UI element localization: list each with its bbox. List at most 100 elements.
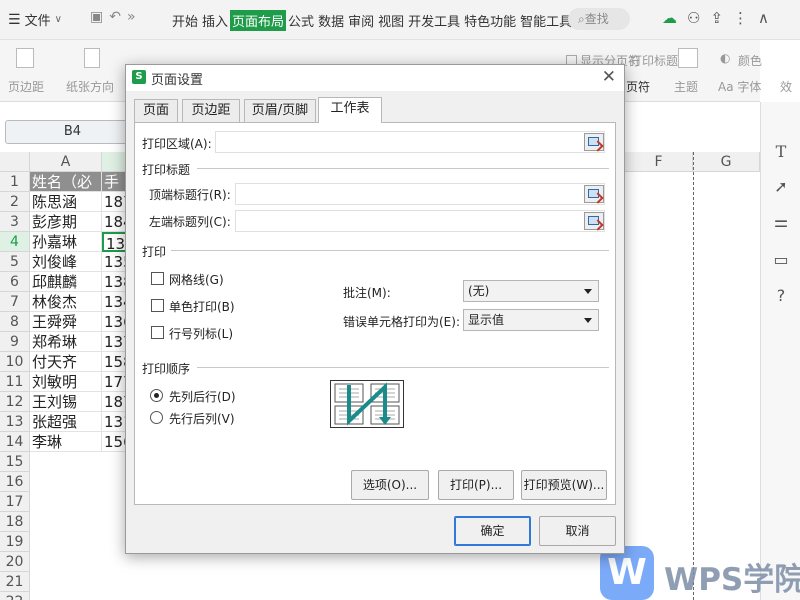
table-cell[interactable]: 林俊杰 [30, 292, 102, 312]
row-header[interactable]: 15 [0, 452, 30, 472]
tab-margins[interactable]: 页边距 [182, 99, 240, 122]
tab-page-layout[interactable]: 页面布局 [230, 10, 287, 31]
row-header[interactable]: 7 [0, 292, 30, 312]
name-box[interactable]: B4 [5, 120, 140, 144]
column-header-f[interactable]: F [625, 152, 693, 172]
tab-formulas[interactable]: 公式 [286, 10, 316, 31]
cloud-sync-icon[interactable]: ☁ [662, 9, 677, 27]
comments-label: 批注(M): [343, 286, 391, 300]
page-setup-dialog: S 页面设置 ✕ 页面 页边距 页眉/页脚 工作表 打印区域(A): 打印标题 … [125, 64, 625, 554]
print-button[interactable]: 打印(P)... [438, 470, 514, 500]
tile-icon[interactable]: ▭ [771, 250, 791, 269]
gridlines-checkbox[interactable] [151, 272, 164, 285]
table-cell[interactable]: 郑希琳 [30, 332, 102, 352]
row-header[interactable]: 2 [0, 192, 30, 212]
table-cell[interactable]: 王舜舜 [30, 312, 102, 332]
save-icon[interactable]: ▣ [90, 9, 103, 25]
more-options-icon[interactable]: ⋮ [733, 9, 748, 27]
theme-button[interactable]: 主题 [674, 78, 698, 95]
file-menu[interactable]: ☰ 文件 ∨ [8, 10, 62, 30]
cancel-button[interactable]: 取消 [539, 516, 616, 546]
cell-errors-select[interactable]: 显示值 [463, 309, 599, 331]
close-icon[interactable]: ✕ [602, 67, 616, 87]
text-icon[interactable]: T [771, 142, 791, 161]
tab-header-footer[interactable]: 页眉/页脚 [244, 99, 316, 122]
comments-select[interactable]: (无) [463, 280, 599, 302]
row-header[interactable]: 6 [0, 272, 30, 292]
row-header[interactable]: 1 [0, 172, 30, 192]
collapse-ribbon-icon[interactable]: ∧ [758, 9, 769, 27]
row-col-headings-checkbox[interactable] [151, 326, 164, 339]
comments-value: (无) [468, 284, 490, 298]
row-header[interactable]: 16 [0, 472, 30, 492]
down-then-over-radio[interactable] [150, 389, 163, 402]
page-breaks-button[interactable]: 页符 [626, 78, 650, 95]
search-input[interactable]: ⌕查找 [568, 8, 630, 30]
row-header[interactable]: 19 [0, 532, 30, 552]
tab-data[interactable]: 数据 [316, 10, 346, 31]
column-header-g[interactable]: G [693, 152, 760, 172]
effects-button[interactable]: 效 [780, 78, 792, 95]
table-cell[interactable]: 彭彦期 [30, 212, 102, 232]
top-rows-field[interactable] [235, 183, 605, 205]
row-header[interactable]: 3 [0, 212, 30, 232]
row-header[interactable]: 18 [0, 512, 30, 532]
table-cell[interactable]: 刘俊峰 [30, 252, 102, 272]
table-cell[interactable]: 王刘锡 [30, 392, 102, 412]
tab-insert[interactable]: 插入 [200, 10, 230, 31]
table-cell[interactable]: 邱麒麟 [30, 272, 102, 292]
row-header[interactable]: 20 [0, 552, 30, 572]
share-icon[interactable]: ⇪ [710, 9, 723, 27]
tab-page[interactable]: 页面 [134, 99, 178, 122]
row-header[interactable]: 22 [0, 592, 30, 600]
more-icon[interactable]: » [127, 9, 136, 25]
row-header[interactable]: 11 [0, 372, 30, 392]
row-header[interactable]: 21 [0, 572, 30, 592]
row-header[interactable]: 5 [0, 252, 30, 272]
print-area-field[interactable] [215, 131, 605, 153]
table-cell[interactable]: 刘敏明 [30, 372, 102, 392]
help-icon[interactable]: ? [771, 286, 791, 305]
fonts-button[interactable]: Aa 字体 [718, 78, 761, 95]
table-cell-header[interactable]: 姓名（必 [30, 172, 102, 192]
row-header-selected[interactable]: 4 [0, 232, 30, 252]
table-cell[interactable]: 孙嘉琳 [30, 232, 102, 252]
row-header[interactable]: 17 [0, 492, 30, 512]
sliders-icon[interactable]: ⚌ [771, 212, 791, 231]
tab-sheet[interactable]: 工作表 [318, 97, 382, 123]
dialog-titlebar[interactable]: S 页面设置 ✕ [126, 65, 624, 91]
row-header[interactable]: 10 [0, 352, 30, 372]
column-header-a[interactable]: A [30, 152, 102, 172]
row-header[interactable]: 9 [0, 332, 30, 352]
row-header[interactable]: 12 [0, 392, 30, 412]
pointer-icon[interactable]: ➚ [771, 177, 791, 196]
user-icon[interactable]: ⚇ [687, 9, 700, 27]
undo-icon[interactable]: ↶ [109, 9, 121, 25]
tab-review[interactable]: 审阅 [346, 10, 376, 31]
left-columns-field[interactable] [235, 210, 605, 232]
table-cell[interactable]: 李琳 [30, 432, 102, 452]
row-header[interactable]: 14 [0, 432, 30, 452]
tab-view[interactable]: 视图 [376, 10, 406, 31]
tab-home[interactable]: 开始 [170, 10, 200, 31]
black-white-label: 单色打印(B) [169, 300, 235, 314]
print-preview-button[interactable]: 打印预览(W)... [521, 470, 607, 500]
range-select-icon[interactable] [584, 133, 604, 151]
options-button[interactable]: 选项(O)... [351, 470, 429, 500]
tab-developer[interactable]: 开发工具 [406, 10, 462, 31]
orientation-button[interactable]: 纸张方向 [66, 78, 114, 95]
table-cell[interactable]: 付天齐 [30, 352, 102, 372]
row-header[interactable]: 13 [0, 412, 30, 432]
ok-button[interactable]: 确定 [454, 516, 531, 546]
colors-button[interactable]: 颜色 [738, 52, 762, 69]
over-then-down-radio[interactable] [150, 411, 163, 424]
table-cell[interactable]: 陈思涵 [30, 192, 102, 212]
range-select-icon[interactable] [584, 185, 604, 203]
corner-cell[interactable] [0, 152, 30, 172]
margin-button[interactable]: 页边距 [8, 78, 44, 95]
tab-special[interactable]: 特色功能 [462, 10, 518, 31]
range-select-icon[interactable] [584, 212, 604, 230]
table-cell[interactable]: 张超强 [30, 412, 102, 432]
row-header[interactable]: 8 [0, 312, 30, 332]
black-white-checkbox[interactable] [151, 299, 164, 312]
